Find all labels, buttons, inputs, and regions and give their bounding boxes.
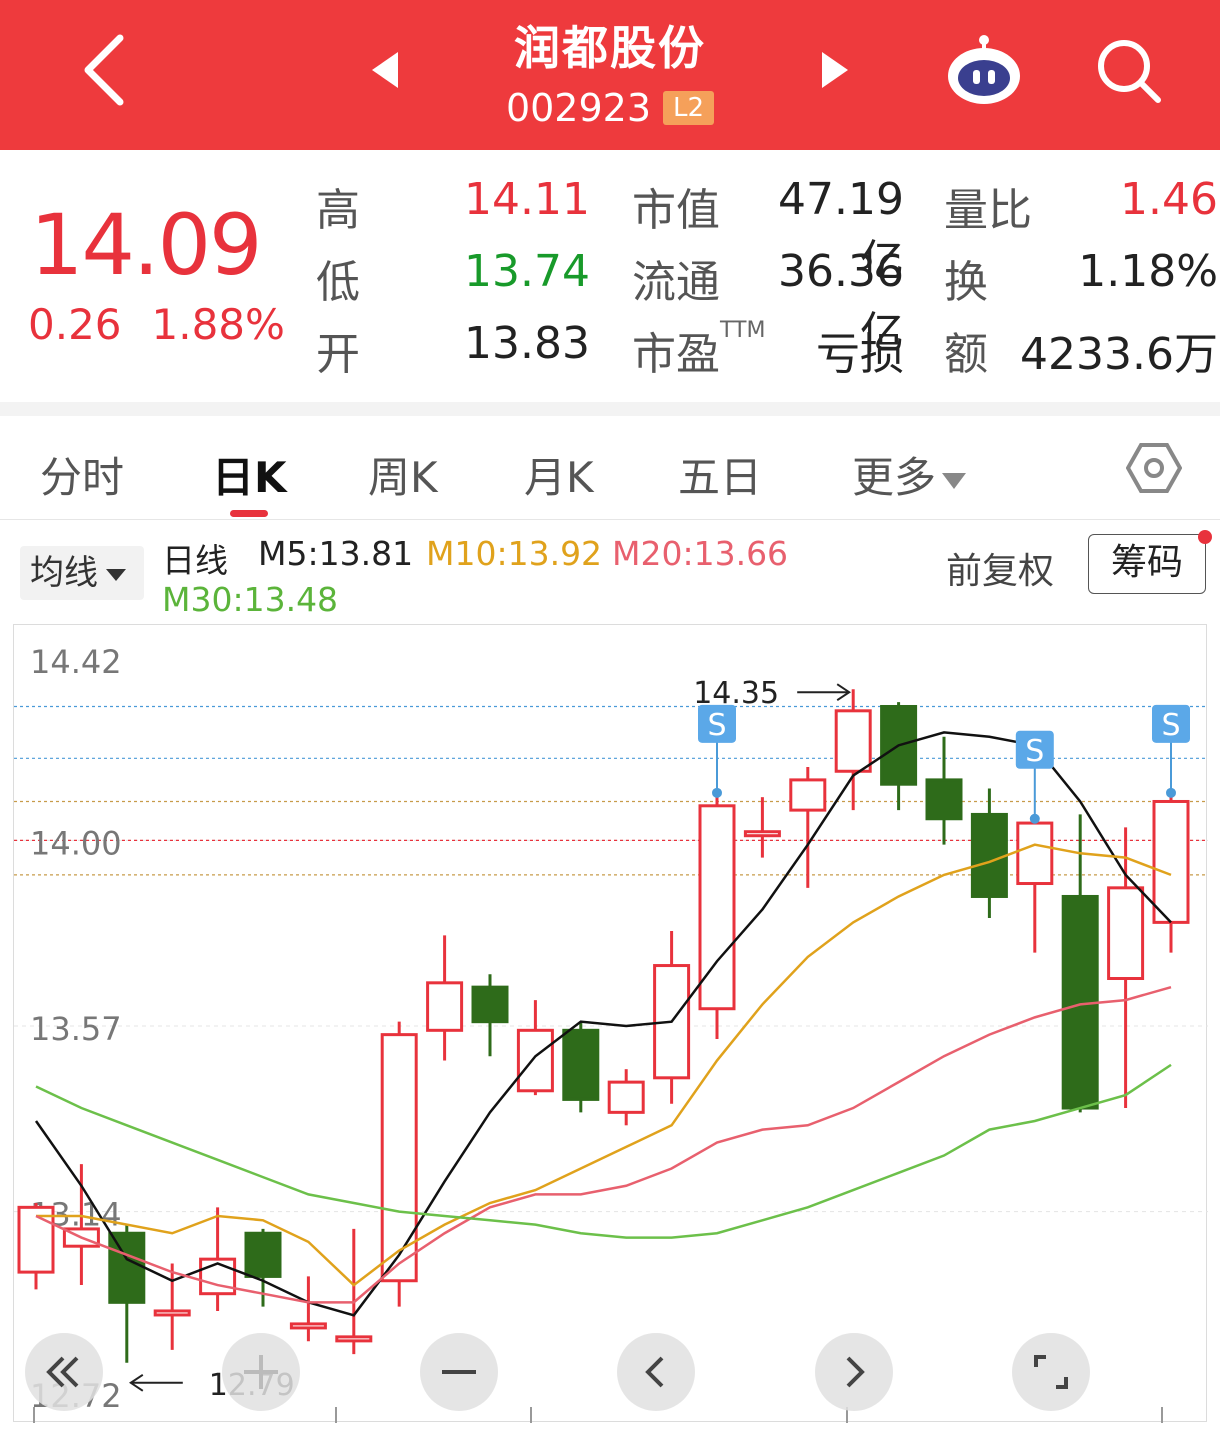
- tab-monthly-k[interactable]: 月K: [524, 444, 594, 505]
- pe-label: 市盈TTM: [632, 318, 766, 380]
- rewind-button[interactable]: [25, 1333, 103, 1411]
- max-price-label: 14.35: [693, 676, 779, 711]
- candle-body: [335, 1335, 373, 1343]
- tab-intraday[interactable]: 分时: [40, 444, 124, 505]
- fullscreen-icon: [1034, 1355, 1068, 1389]
- candle-body: [289, 1322, 327, 1330]
- zoom-out-icon: [442, 1370, 476, 1374]
- y-axis-tick-label: 14.00: [30, 824, 122, 862]
- zoom-in-icon: [244, 1355, 278, 1389]
- candle-body: [789, 778, 827, 812]
- amount-label: 额: [944, 329, 988, 380]
- ma-period-label: 日线: [162, 541, 228, 580]
- open-label: 开: [316, 329, 360, 380]
- candle-body: [834, 709, 872, 773]
- rewind-icon: [46, 1356, 79, 1388]
- settings-hexagon-icon[interactable]: [1126, 440, 1182, 496]
- signal-marker-dot: [1166, 787, 1176, 798]
- candle-body: [108, 1231, 146, 1304]
- chevron-down-icon: [942, 472, 967, 489]
- candle-body: [607, 1080, 645, 1114]
- change-percent: 1.88%: [151, 300, 285, 349]
- robot-assistant-icon[interactable]: [944, 34, 1024, 106]
- low-label: 低: [316, 257, 360, 308]
- price-adjust-toggle[interactable]: 前复权: [946, 542, 1054, 594]
- ma-select-dropdown[interactable]: 均线: [20, 546, 144, 600]
- open-value: 13.83: [464, 318, 590, 369]
- right-icon: [846, 1356, 865, 1388]
- stock-code-row: 002923 L2: [0, 86, 1220, 130]
- signal-marker-dot: [712, 787, 722, 798]
- header-bar: 润都股份 002923 L2: [0, 0, 1220, 150]
- stock-name: 润都股份: [514, 21, 706, 75]
- zoom-in-button[interactable]: [222, 1333, 300, 1411]
- tab-more[interactable]: 更多: [852, 444, 967, 505]
- candle-body: [970, 812, 1008, 898]
- kline-chart[interactable]: 14.4214.0013.5713.1412.72SSS14.3512.79: [13, 624, 1208, 1423]
- ma10-value: M10:13.92: [426, 534, 603, 573]
- candle-body: [426, 981, 464, 1032]
- next-stock-icon[interactable]: [822, 52, 848, 88]
- vol-ratio-value: 1.46: [1120, 174, 1218, 225]
- chips-button[interactable]: 筹码: [1088, 534, 1206, 594]
- candle-body: [1016, 821, 1054, 886]
- fullscreen-button[interactable]: [1012, 1333, 1090, 1411]
- mcap-label: 市值: [632, 185, 720, 236]
- ttm-superscript: TTM: [720, 318, 766, 343]
- tab-five-day[interactable]: 五日: [678, 444, 762, 505]
- notification-dot: [1198, 530, 1212, 544]
- active-tab-indicator: [230, 510, 268, 517]
- ma-line-m20: [35, 985, 1172, 1304]
- pe-value: 亏损: [816, 329, 904, 380]
- scroll-right-button[interactable]: [815, 1333, 893, 1411]
- search-icon[interactable]: [1094, 36, 1164, 106]
- signal-marker-label: S: [1161, 708, 1180, 743]
- turnover-value: 1.18%: [1078, 246, 1218, 297]
- quote-panel: 14.09 0.26 1.88% 高 14.11 低 13.74 开 13.83 …: [0, 150, 1220, 402]
- candle-body: [244, 1231, 282, 1278]
- candle-body: [562, 1028, 600, 1101]
- scroll-left-button[interactable]: [617, 1333, 695, 1411]
- candle-body: [1107, 886, 1145, 981]
- signal-marker-label: S: [707, 708, 726, 743]
- chevron-down-icon: [106, 568, 126, 581]
- candle-body: [743, 830, 781, 838]
- signal-marker-dot: [1029, 813, 1040, 824]
- high-value: 14.11: [464, 174, 590, 225]
- candle-body: [1152, 799, 1190, 924]
- amount-value: 4233.6万: [1020, 329, 1218, 380]
- level-badge[interactable]: L2: [663, 91, 715, 125]
- ma20-value: M20:13.66: [612, 534, 789, 573]
- low-value: 13.74: [464, 246, 590, 297]
- y-axis-tick-label: 13.57: [30, 1010, 122, 1048]
- candle-body: [471, 985, 509, 1024]
- period-tabs: 分时 日K 周K 月K 五日 更多: [0, 416, 1220, 520]
- signal-marker-label: S: [1025, 734, 1044, 769]
- high-label: 高: [316, 185, 360, 236]
- ma-line-m10: [36, 843, 1172, 1287]
- candle-body: [925, 778, 963, 821]
- turnover-label: 换: [944, 257, 988, 308]
- candle-body: [153, 1309, 191, 1317]
- change-amount: 0.26: [28, 300, 122, 349]
- price-change: 0.26 1.88%: [28, 300, 315, 349]
- ma5-value: M5:13.81: [258, 534, 414, 573]
- kline-svg: 14.4214.0013.5713.1412.72SSS14.3512.79: [14, 643, 1208, 1423]
- zoom-out-button[interactable]: [420, 1333, 498, 1411]
- last-price: 14.09: [30, 196, 262, 294]
- ma30-value: M30:13.48: [162, 580, 339, 619]
- stock-code: 002923: [505, 86, 652, 130]
- float-label: 流通: [632, 257, 720, 308]
- left-icon: [645, 1356, 664, 1388]
- candle-body: [516, 1028, 554, 1093]
- y-axis-tick-label: 14.42: [30, 643, 122, 681]
- section-divider: [0, 402, 1220, 416]
- tab-weekly-k[interactable]: 周K: [368, 444, 438, 505]
- tab-daily-k[interactable]: 日K: [212, 444, 287, 505]
- vol-ratio-label: 量比: [944, 185, 1032, 236]
